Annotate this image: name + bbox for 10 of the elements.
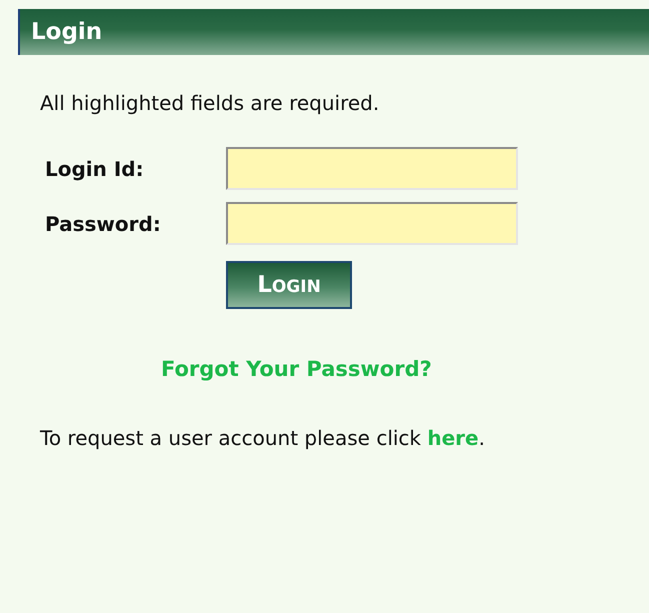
input-field[interactable] — [226, 147, 518, 190]
panel-title: Login — [31, 19, 102, 45]
login-button[interactable]: LOGIN — [226, 261, 352, 309]
instructions-text: All highlighted fields are required. — [40, 91, 380, 115]
input-field[interactable] — [226, 202, 518, 245]
forgot-password-link[interactable]: Forgot Your Password? — [161, 357, 432, 381]
request-account-text: To request a user account please click here. — [40, 425, 486, 452]
field-label: Login Id: — [44, 156, 145, 180]
here-link[interactable]: here — [427, 426, 479, 450]
field-label: Password: — [44, 212, 162, 236]
